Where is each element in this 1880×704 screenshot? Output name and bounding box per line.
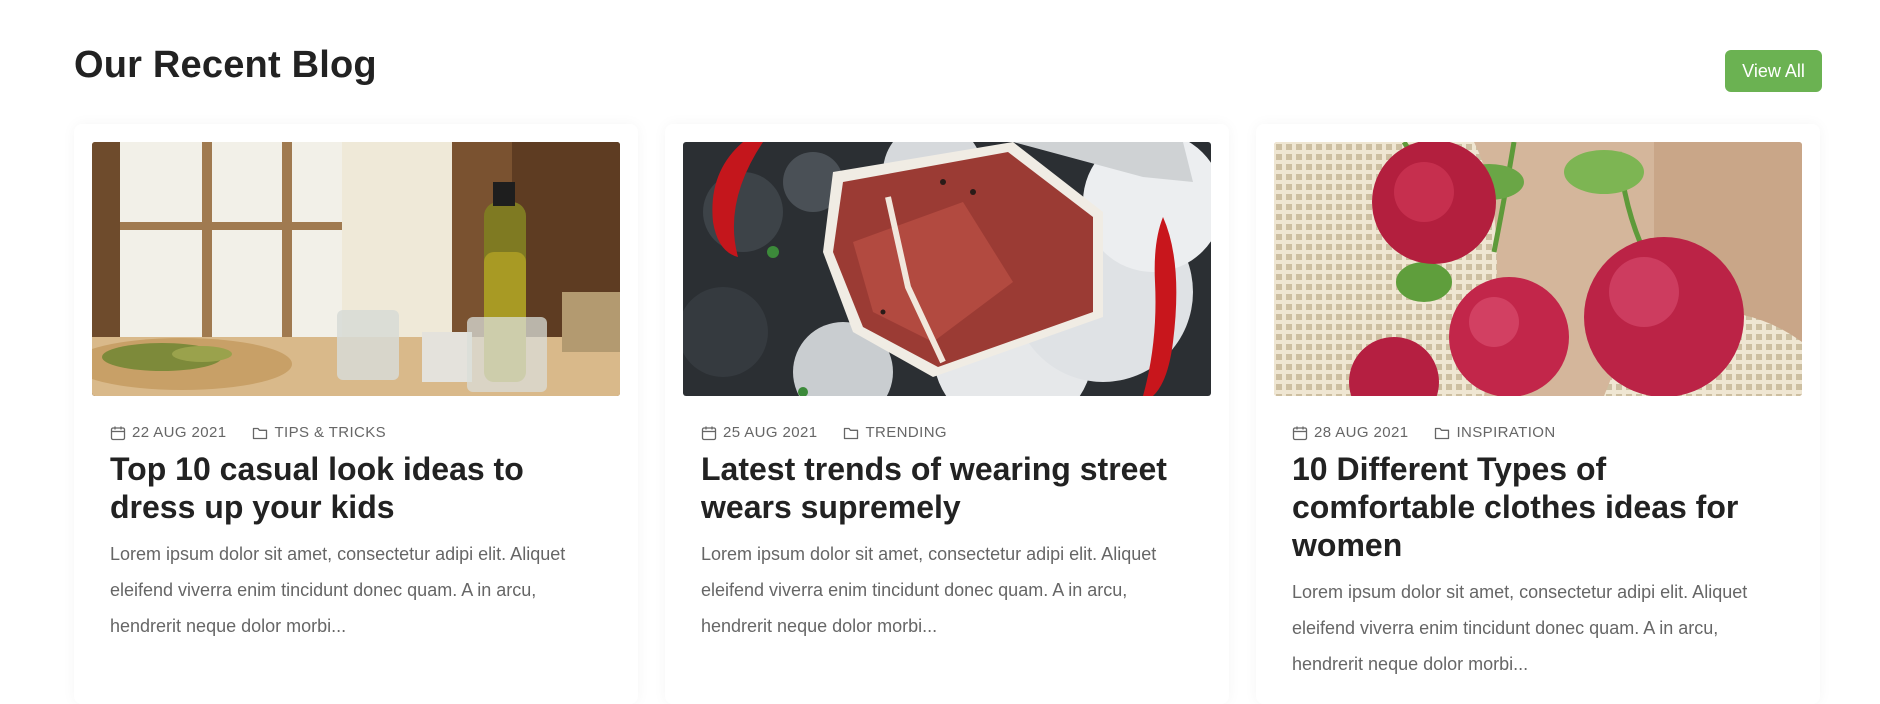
blog-thumbnail[interactable]: [683, 142, 1211, 396]
post-excerpt: Lorem ipsum dolor sit amet, consectetur …: [701, 544, 1157, 636]
calendar-icon: [1292, 425, 1308, 441]
section-title: Our Recent Blog: [74, 44, 377, 86]
post-date: 22 AUG 2021: [132, 424, 227, 441]
steak-on-ice-image: [683, 142, 1211, 396]
restaurant-table-image: [92, 142, 620, 396]
post-date: 28 AUG 2021: [1314, 424, 1409, 441]
blog-card: 25 AUG 2021 TRENDING Latest trends of we…: [665, 124, 1229, 704]
post-meta: 25 AUG 2021 TRENDING: [701, 424, 947, 441]
recent-blog-section: Our Recent Blog View All 22 AUG 2021 TIP…: [0, 0, 1880, 704]
blog-thumbnail[interactable]: [1274, 142, 1802, 396]
folder-icon: [843, 425, 859, 441]
post-category[interactable]: TRENDING: [865, 424, 947, 441]
blog-thumbnail[interactable]: [92, 142, 620, 396]
post-title[interactable]: 10 Different Types of comfortable clothe…: [1292, 450, 1792, 564]
post-excerpt: Lorem ipsum dolor sit amet, consectetur …: [1292, 582, 1748, 674]
folder-icon: [1434, 425, 1450, 441]
view-all-button[interactable]: View All: [1725, 50, 1822, 92]
folder-icon: [252, 425, 268, 441]
post-title[interactable]: Latest trends of wearing street wears su…: [701, 450, 1201, 526]
calendar-icon: [110, 425, 126, 441]
post-category[interactable]: INSPIRATION: [1456, 424, 1555, 441]
blog-card: 28 AUG 2021 INSPIRATION 10 Different Typ…: [1256, 124, 1820, 704]
post-date: 25 AUG 2021: [723, 424, 818, 441]
post-meta: 28 AUG 2021 INSPIRATION: [1292, 424, 1556, 441]
post-title[interactable]: Top 10 casual look ideas to dress up you…: [110, 450, 610, 526]
post-category[interactable]: TIPS & TRICKS: [274, 424, 386, 441]
post-meta: 22 AUG 2021 TIPS & TRICKS: [110, 424, 386, 441]
radishes-image: [1274, 142, 1802, 396]
post-excerpt: Lorem ipsum dolor sit amet, consectetur …: [110, 544, 566, 636]
blog-card: 22 AUG 2021 TIPS & TRICKS Top 10 casual …: [74, 124, 638, 704]
calendar-icon: [701, 425, 717, 441]
